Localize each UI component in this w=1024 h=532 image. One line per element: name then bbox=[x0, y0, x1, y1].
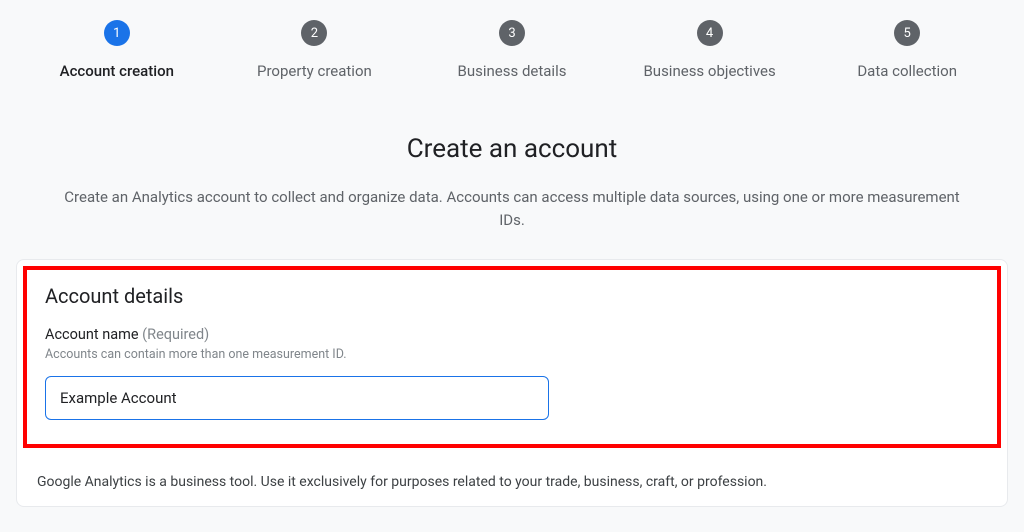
step-number: 3 bbox=[499, 20, 525, 46]
step-business-objectives[interactable]: 4 Business objectives bbox=[611, 20, 809, 80]
step-label: Property creation bbox=[257, 62, 372, 80]
label-text: Account name bbox=[45, 326, 139, 343]
page-title: Create an account bbox=[56, 134, 968, 164]
page-subtitle: Create an Analytics account to collect a… bbox=[56, 186, 968, 231]
step-property-creation[interactable]: 2 Property creation bbox=[216, 20, 414, 80]
step-number: 2 bbox=[301, 20, 327, 46]
step-number: 4 bbox=[697, 20, 723, 46]
step-number: 5 bbox=[894, 20, 920, 46]
heading-block: Create an account Create an Analytics ac… bbox=[16, 100, 1008, 259]
step-label: Business objectives bbox=[643, 62, 775, 80]
account-name-input[interactable] bbox=[45, 376, 549, 420]
business-disclaimer: Google Analytics is a business tool. Use… bbox=[17, 454, 1007, 506]
step-label: Business details bbox=[458, 62, 567, 80]
step-label: Data collection bbox=[857, 62, 957, 80]
section-title: Account details bbox=[45, 284, 979, 308]
required-indicator: (Required) bbox=[142, 326, 209, 343]
stepper: 1 Account creation 2 Property creation 3… bbox=[16, 20, 1008, 100]
account-name-label: Account name (Required) bbox=[45, 326, 979, 343]
account-name-help: Accounts can contain more than one measu… bbox=[45, 347, 979, 362]
step-business-details[interactable]: 3 Business details bbox=[413, 20, 611, 80]
step-label: Account creation bbox=[60, 62, 174, 80]
step-account-creation[interactable]: 1 Account creation bbox=[18, 20, 216, 80]
step-number: 1 bbox=[104, 20, 130, 46]
account-details-card: Account details Account name (Required) … bbox=[16, 259, 1008, 507]
account-details-section: Account details Account name (Required) … bbox=[23, 266, 1001, 448]
step-data-collection[interactable]: 5 Data collection bbox=[808, 20, 1006, 80]
wizard-container: 1 Account creation 2 Property creation 3… bbox=[0, 0, 1024, 507]
